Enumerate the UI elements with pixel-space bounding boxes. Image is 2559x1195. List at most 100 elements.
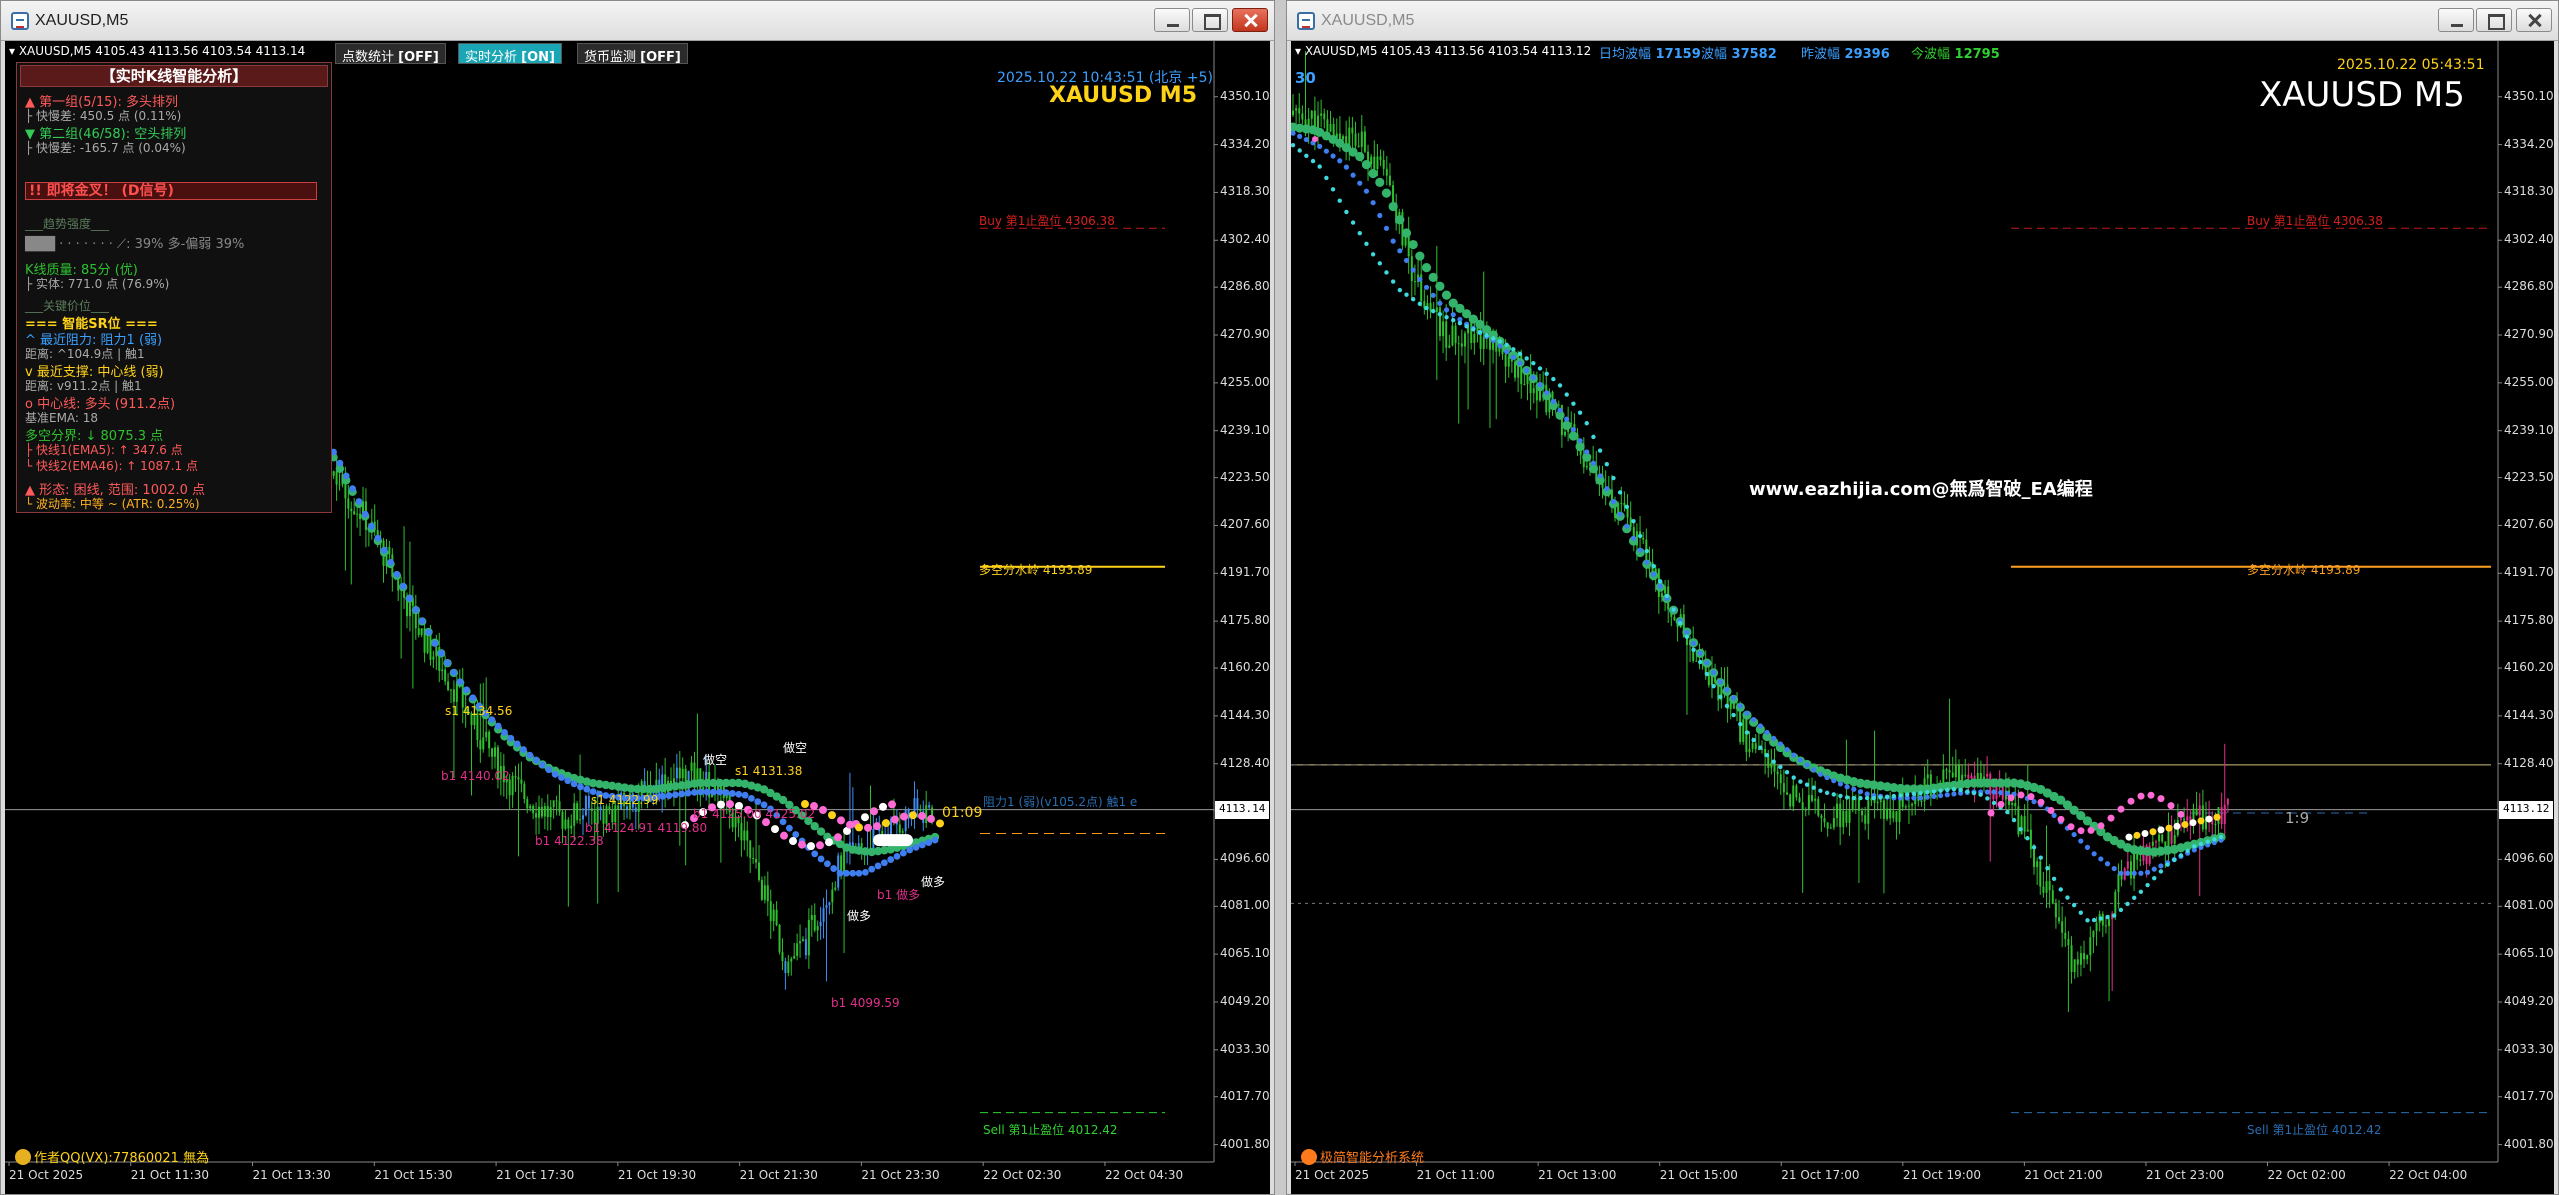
ema-mid-dot: [1911, 795, 1917, 801]
ema-mid-dot: [1744, 710, 1750, 716]
ema-mid-dot: [418, 617, 426, 625]
ema-slow-dot: [1375, 177, 1385, 187]
minimize-button[interactable]: [2438, 8, 2474, 32]
left-chart-window[interactable]: XAUUSD,M5 ▾ XAUUSD,M5 4105.43 4113.56 41…: [0, 0, 1275, 1195]
candle-body: [2064, 932, 2067, 939]
candle-body: [526, 799, 529, 809]
candle-body: [599, 806, 602, 811]
left-title-bar[interactable]: XAUUSD,M5: [1, 1, 1274, 41]
ema-fast-dot: [1317, 164, 1322, 169]
maximize-button[interactable]: [2476, 8, 2512, 32]
ema-mid-dot: [735, 790, 743, 798]
candle-body: [2129, 861, 2132, 879]
price-tick-label: 4302.40: [1220, 232, 1270, 247]
left-symbol-title: XAUUSD M5: [1049, 83, 1198, 108]
signal-dot: [816, 841, 824, 850]
candle-body: [567, 819, 570, 829]
ema-mid-dot: [1570, 426, 1577, 433]
candle-body: [523, 783, 526, 800]
signal-dot: [825, 838, 833, 847]
ema-fast-dot: [1738, 721, 1743, 727]
candle-body: [793, 955, 796, 959]
realtime-analysis-button[interactable]: 实时分析 [ON]: [458, 43, 562, 65]
ema-mid-dot: [1537, 382, 1543, 388]
ema-slow-dot: [1568, 431, 1579, 441]
ema-mid-dot: [931, 836, 939, 844]
candle-body: [2051, 890, 2054, 904]
ema-mid-dot: [450, 668, 458, 676]
price-tick-label: 4255.00: [1220, 374, 1270, 389]
ema-mid-dot: [1791, 752, 1797, 758]
ema-mid-dot: [1804, 762, 1810, 768]
ema-mid-dot: [2091, 851, 2097, 857]
candle-body: [1892, 811, 1895, 819]
candle-body: [452, 689, 455, 702]
ema-fast-dot: [2105, 914, 2110, 920]
ema-fast-dot: [1471, 327, 1476, 332]
candle-body: [1795, 785, 1798, 798]
point-stats-button[interactable]: 点数统计 [OFF]: [335, 43, 446, 65]
signal-dot: [2157, 826, 2165, 834]
candle-body: [1886, 808, 1889, 819]
ema-fast-dot: [1778, 764, 1783, 770]
candle-body: [485, 731, 488, 738]
candle-body: [802, 939, 804, 942]
candle-body: [2179, 818, 2182, 820]
ema-fast-dot: [2098, 916, 2104, 921]
right-chart-area[interactable]: ▾ XAUUSD,M5 4105.43 4113.56 4103.54 4113…: [1291, 41, 2554, 1194]
signal-label: s1 4122.99: [591, 793, 659, 807]
candle-body: [675, 767, 678, 779]
candle-body: [919, 809, 922, 812]
ema-slow-dot: [1428, 272, 1438, 282]
ema-mid-dot: [558, 774, 565, 781]
ema-mid-dot: [393, 570, 401, 578]
price-tick-label: 4128.40: [1220, 755, 1270, 770]
ema-fast-dot: [1424, 305, 1429, 311]
candle-body: [1523, 384, 1526, 386]
ema-mid-dot: [684, 789, 692, 797]
ema-mid-dot: [1650, 571, 1657, 577]
candle-body: [678, 767, 681, 779]
buy-tp-label: Buy 第1止盈位 4306.38: [979, 214, 1115, 228]
ema-mid-dot: [925, 839, 933, 846]
close-button[interactable]: [1232, 8, 1268, 32]
price-tick-label: 4001.80: [2504, 1136, 2554, 1151]
close-button[interactable]: [2516, 8, 2552, 32]
candle-body: [1454, 325, 1457, 344]
ema-mid-dot: [526, 751, 534, 759]
right-chart-window[interactable]: XAUUSD,M5 ▾ XAUUSD,M5 4105.43 4113.56 41…: [1286, 0, 2559, 1195]
ema-mid-dot: [817, 855, 825, 863]
ema-fast-dot: [1791, 775, 1796, 780]
right-title-bar[interactable]: XAUUSD,M5: [1287, 1, 2558, 41]
long-short-divide-label: 多空分水岭 4193.89: [979, 563, 1093, 577]
ema-fast-dot: [1551, 376, 1556, 382]
ema-fast-dot: [1878, 795, 1883, 800]
candle-body: [2073, 959, 2076, 972]
signal-dot: [879, 802, 887, 811]
ema-fast-dot: [2005, 809, 2010, 815]
ema-mid-dot: [1697, 650, 1703, 656]
left-chart-area[interactable]: ▾ XAUUSD,M5 4105.43 4113.56 4103.54 4113…: [5, 41, 1270, 1194]
candle-body: [1767, 756, 1770, 768]
candle-body: [1867, 800, 1870, 824]
candle-body: [338, 484, 341, 486]
ema-fast-dot: [2045, 866, 2050, 871]
ema-fast-dot: [1744, 730, 1750, 735]
ema-mid-dot: [1377, 212, 1383, 219]
ema-mid-dot: [1497, 343, 1503, 349]
ema-slow-dot: [1575, 442, 1585, 452]
currency-monitor-button[interactable]: 货币监测 [OFF]: [577, 43, 688, 65]
ema-fast-dot: [1304, 153, 1309, 159]
ema-slow-dot: [1421, 263, 1432, 273]
ema-fast-dot: [1364, 241, 1369, 247]
ema-mid-dot: [399, 582, 407, 590]
candle-body: [1379, 156, 1382, 161]
signal-dot: [873, 822, 881, 831]
minimize-button[interactable]: [1154, 8, 1190, 32]
candle-body: [1382, 160, 1385, 169]
candle-body: [1836, 803, 1839, 819]
candle-body: [388, 547, 391, 555]
maximize-button[interactable]: [1192, 8, 1228, 32]
ema-fast-dot: [1571, 401, 1576, 406]
ema-mid-dot: [880, 859, 888, 867]
